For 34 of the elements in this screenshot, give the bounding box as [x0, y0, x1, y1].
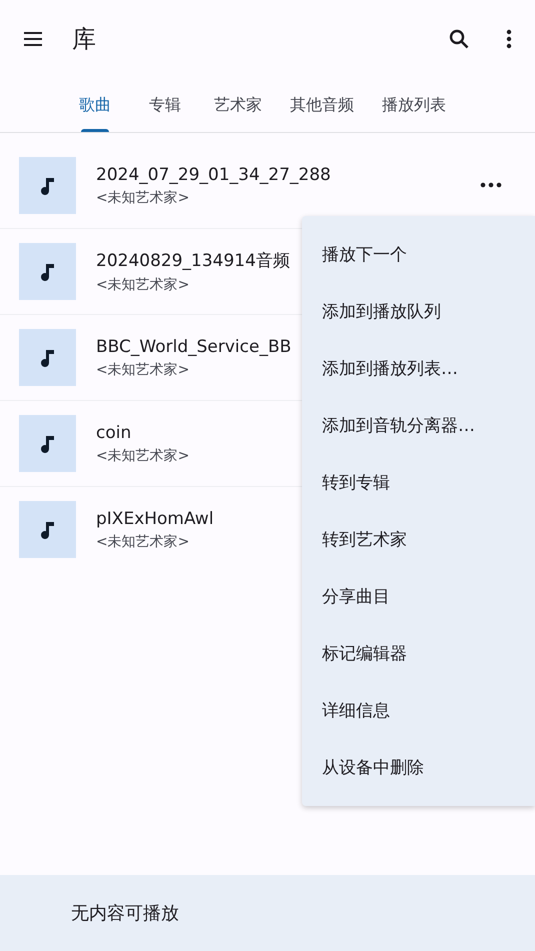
menu-item[interactable]: 转到专辑 [302, 454, 535, 511]
song-title[interactable]: coin [96, 422, 190, 442]
music-note-icon [19, 157, 76, 214]
song-title[interactable]: 2024_07_29_01_34_27_288 [96, 164, 331, 184]
tab[interactable]: 播放列表 [368, 78, 460, 132]
menu-item[interactable]: 分享曲目 [302, 568, 535, 625]
music-note-icon [19, 243, 76, 300]
song-title[interactable]: pIXExHomAwl [96, 508, 214, 528]
music-note-icon [19, 329, 76, 386]
artist-name: <未知艺术家> [96, 446, 190, 464]
tab[interactable]: 其他音频 [276, 78, 368, 132]
tab[interactable]: 专辑 [130, 78, 200, 132]
artist-name: <未知艺术家> [96, 532, 190, 550]
tab[interactable]: 艺术家 [200, 78, 276, 132]
artist-name: <未知艺术家> [96, 188, 190, 206]
menu-item[interactable]: 添加到播放列表… [302, 340, 535, 397]
song-title[interactable]: 20240829_134914音频 [96, 249, 290, 272]
page-title: 库 [72, 24, 96, 55]
menu-item[interactable]: 转到艺术家 [302, 511, 535, 568]
song-title[interactable]: BBC_World_Service_BB [96, 336, 292, 356]
search-icon[interactable] [447, 27, 471, 51]
music-note-icon [19, 501, 76, 558]
menu-item[interactable]: 添加到播放队列 [302, 283, 535, 340]
player-status: 无内容可播放 [71, 902, 179, 925]
artist-name: <未知艺术家> [96, 276, 190, 294]
artist-name: <未知艺术家> [96, 360, 190, 378]
menu-item[interactable]: 添加到音轨分离器… [302, 397, 535, 454]
menu-item[interactable]: 详细信息 [302, 682, 535, 739]
tab[interactable]: 歌曲 [60, 78, 130, 132]
menu-item[interactable]: 播放下一个 [302, 226, 535, 283]
music-note-icon [19, 415, 76, 472]
more-icon[interactable] [480, 182, 502, 188]
menu-item[interactable]: 标记编辑器 [302, 625, 535, 682]
menu-item[interactable]: 从设备中删除 [302, 739, 535, 796]
